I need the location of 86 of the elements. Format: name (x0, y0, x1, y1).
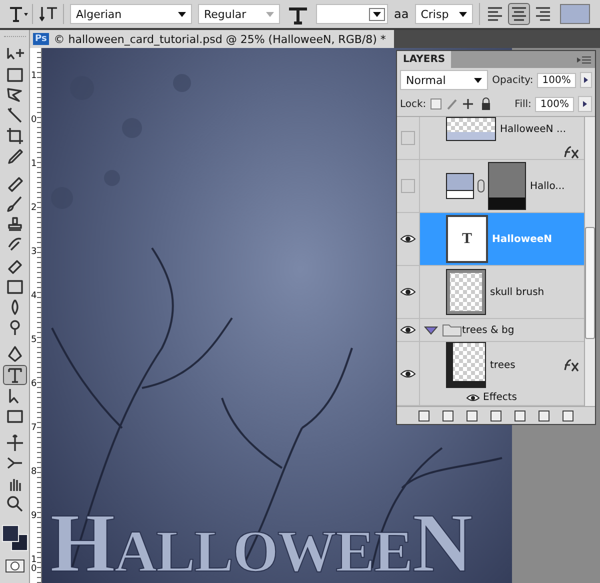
zoom-icon (4, 494, 24, 514)
panel-action-icon[interactable] (488, 408, 504, 422)
panel-action-icon[interactable] (560, 408, 576, 422)
crop-icon (4, 126, 24, 146)
panel-action-icon[interactable] (536, 408, 552, 422)
arrow-icon (582, 100, 588, 108)
ruler-label: 5 (30, 336, 37, 347)
ruler-label: 9 (30, 512, 37, 523)
document-tab[interactable]: Ps © halloween_card_tutorial.psd @ 25% (HalloweeN, RGB/8) * (30, 30, 394, 48)
layer-group-row[interactable]: trees & bg (397, 319, 584, 342)
anti-alias-glyph: aa (394, 7, 409, 21)
layer-row[interactable]: HalloweeN ... (397, 117, 584, 160)
panel-action-icon[interactable] (512, 408, 528, 422)
tool-button[interactable] (2, 364, 26, 385)
ruler-label: 2 (30, 204, 37, 215)
ruler-label: 4 (30, 292, 37, 303)
eye-icon[interactable] (400, 286, 416, 298)
document-title: © halloween_card_tutorial.psd @ 25% (HalloweeN, RGB/8) * (54, 32, 386, 46)
ruler-label: 6 (30, 380, 37, 391)
align-center-button[interactable] (508, 3, 530, 25)
eye-icon[interactable] (400, 324, 416, 336)
panel-action-icon[interactable] (464, 408, 480, 422)
visibility-toggle[interactable] (401, 131, 415, 145)
fill-label: Fill: (514, 98, 532, 110)
layer-name: Hallo... (530, 180, 565, 192)
layer-mask-thumbnail (488, 162, 526, 210)
caret-icon (178, 12, 186, 16)
ruler-label: 1 (30, 72, 37, 83)
effects-icon[interactable] (562, 145, 580, 159)
font-size-field[interactable] (316, 4, 388, 24)
fill-field[interactable]: 100% (535, 96, 574, 112)
layer-name: trees (490, 360, 516, 370)
caret-icon (458, 12, 467, 16)
adjustment-thumbnail (446, 173, 474, 199)
brush-icon (4, 194, 24, 214)
opacity-field[interactable]: 100% (537, 72, 576, 88)
text-orientation-icon[interactable] (39, 4, 64, 24)
blend-mode-dropdown[interactable]: Normal (400, 70, 488, 90)
expand-arrow-icon[interactable] (424, 325, 438, 335)
scrollbar[interactable] (584, 117, 595, 406)
thumbnail-glyph: T (462, 230, 472, 248)
ruler-label: 7 (30, 424, 37, 435)
arrow-icon (582, 76, 589, 84)
panel-menu-icon[interactable] (577, 54, 591, 64)
folder-icon (442, 323, 462, 337)
layer-row[interactable]: trees Effects (397, 342, 584, 406)
app-badge: Ps (33, 33, 49, 45)
layer-thumbnail (446, 342, 486, 388)
layer-thumbnail (446, 117, 496, 141)
layer-name: HalloweeN (492, 234, 552, 244)
layer-name: skull brush (490, 286, 544, 298)
eye-icon[interactable] (400, 368, 416, 380)
panel-action-icon[interactable] (440, 408, 456, 422)
foreground-color-swatch[interactable] (2, 525, 18, 542)
caret-icon (266, 12, 274, 16)
quick-mask-icon[interactable] (4, 559, 24, 574)
effects-icon[interactable] (562, 358, 580, 372)
lock-label: Lock: (400, 98, 426, 110)
opacity-slider-button[interactable] (580, 72, 592, 88)
lock-icons-drawing[interactable] (430, 97, 492, 111)
canvas-title-text: HalloweeN (50, 502, 472, 583)
fill-slider-button[interactable] (578, 96, 592, 112)
visibility-toggle[interactable] (401, 179, 415, 193)
panel-action-icon[interactable] (416, 408, 432, 422)
caret-icon (474, 78, 482, 82)
eye-icon[interactable] (466, 392, 480, 402)
font-style-dropdown[interactable]: Regular (198, 4, 280, 24)
eye-icon[interactable] (400, 233, 416, 245)
ruler-label: 3 (30, 248, 37, 259)
opacity-label: Opacity: (492, 74, 534, 86)
layer-row[interactable]: skull brush (397, 266, 584, 319)
layer-name: trees & bg (462, 324, 514, 336)
ruler-label: 10 (30, 556, 37, 576)
layer-row[interactable]: T HalloweeN (397, 213, 584, 266)
ruler-label: 8 (30, 468, 37, 479)
layer-row[interactable]: Hallo... (397, 160, 584, 213)
layer-thumbnail (446, 269, 486, 315)
text-color-swatch[interactable] (560, 4, 590, 24)
panel-tab[interactable]: LAYERS (397, 51, 452, 68)
layer-name: HalloweeN ... (500, 124, 566, 134)
effects-label: Effects (483, 392, 517, 403)
ruler-label: 0 (30, 116, 37, 127)
anti-alias-dropdown[interactable]: Crisp (414, 4, 473, 24)
font-family-dropdown[interactable]: Algerian (70, 4, 192, 24)
ruler-label: 1 (30, 160, 37, 171)
link-icon (477, 179, 485, 193)
